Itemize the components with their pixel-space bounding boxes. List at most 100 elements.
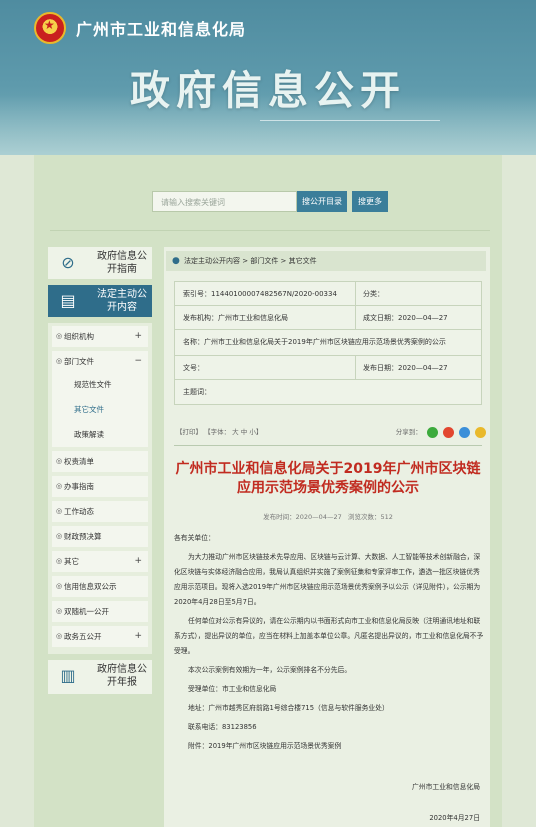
- salutation: 各有关单位：: [174, 534, 215, 542]
- header-banner: 广州市工业和信息化局 政府信息公开: [0, 0, 536, 155]
- meta-publisher-label: 发布机构：: [183, 314, 218, 322]
- sidebar-item-label: 财政预决算: [64, 532, 102, 541]
- meta-created: 成文日期：2020—04—27: [355, 306, 448, 330]
- breadcrumb-text[interactable]: 法定主动公开内容 > 部门文件 > 其它文件: [184, 257, 317, 265]
- bullet-icon: ◎: [56, 457, 63, 465]
- sidebar-subitem-other-docs[interactable]: 其它文件: [52, 397, 148, 422]
- sidebar-subitem-policy[interactable]: 政策解读: [52, 422, 148, 447]
- meta-index: 索引号：11440100007482567N/2020-00334: [175, 282, 337, 306]
- sidebar-item-responsibility[interactable]: ◎ 权责清单: [52, 451, 148, 472]
- sidebar-item-label: 部门文件: [64, 357, 94, 366]
- sidebar-item-label: 权责清单: [64, 457, 94, 466]
- search-input[interactable]: 请输入搜索关键词: [152, 191, 297, 212]
- bullet-icon: ◎: [56, 632, 63, 640]
- sidebar-item-random[interactable]: ◎ 双随机一公开: [52, 601, 148, 622]
- views-label: 浏览次数：: [347, 513, 381, 521]
- compass-icon: ⊘: [61, 253, 75, 272]
- bullet-icon: ◎: [56, 507, 63, 515]
- attachment-link[interactable]: 附件：2019年广州市区块链应用示范场景优秀案例: [174, 739, 484, 754]
- banner-divider: [260, 120, 440, 121]
- content-panel: ● 法定主动公开内容 > 部门文件 > 其它文件 索引号：11440100007…: [164, 247, 490, 827]
- paragraph: 为大力推动广州市区块链技术先导应用、区块链与云计算、大数据、人工智能等技术创新融…: [174, 553, 481, 606]
- sidebar-item-label: 双随机一公开: [64, 607, 109, 616]
- expand-icon[interactable]: +: [134, 551, 142, 572]
- sidebar-item-other[interactable]: ◎ 其它 +: [52, 551, 148, 572]
- report-icon: ▥: [60, 666, 76, 685]
- sidebar-item-label: 信用信息双公示: [64, 582, 117, 591]
- article-title: 广州市工业和信息化局关于2019年广州市区块链应用示范场景优秀案例的公示: [175, 461, 481, 496]
- meta-row: 名称：广州市工业和信息化局关于2019年广州市区块链应用示范场景优秀案例的公示: [175, 330, 481, 356]
- meta-created-label: 成文日期：: [363, 314, 398, 322]
- national-emblem-icon: [34, 12, 66, 44]
- weibo-icon[interactable]: [442, 426, 454, 438]
- qzone-icon[interactable]: [458, 426, 470, 438]
- sidebar-item-label: 组织机构: [64, 332, 94, 341]
- font-size-small[interactable]: 小】: [249, 428, 262, 436]
- search-more-button[interactable]: 搜更多: [352, 191, 388, 212]
- meta-pubdate: 发布日期：2020—04—27: [355, 356, 448, 380]
- article-body: 各有关单位： 为大力推动广州市区块链技术先导应用、区块链与云计算、大数据、人工智…: [174, 531, 484, 827]
- font-size-large[interactable]: 大: [232, 428, 239, 436]
- sidebar-item-five-open[interactable]: ◎ 政务五公开 +: [52, 626, 148, 647]
- article-meta: 发布时间：2020—04—27 浏览次数：512: [174, 511, 482, 521]
- paragraph: 本次公示案例有效期为一年，公示案例排名不分先后。: [188, 666, 352, 674]
- meta-pubdate-label: 发布日期：: [363, 364, 398, 372]
- meta-row: 索引号：11440100007482567N/2020-00334 分类：: [175, 282, 481, 306]
- sidebar-annual-report-card[interactable]: ▥ 政府信息公开年报: [48, 660, 152, 694]
- font-size-label: 【字体：: [204, 428, 231, 436]
- bullet-icon: ◎: [56, 332, 63, 340]
- bullet-icon: ◎: [56, 532, 63, 540]
- meta-index-label: 索引号：: [183, 290, 211, 298]
- meta-row: 发布机构：广州市工业和信息化局 成文日期：2020—04—27: [175, 306, 481, 330]
- bullet-icon: ◎: [56, 582, 63, 590]
- sidebar-item-budget[interactable]: ◎ 财政预决算: [52, 526, 148, 547]
- location-pin-icon: ●: [172, 256, 180, 266]
- signature-date: 2020年4月27日: [429, 814, 480, 822]
- expand-icon[interactable]: +: [134, 626, 142, 647]
- sidebar: ⊘ 政府信息公开指南 ▤ 法定主动公开内容 ◎ 组织机构 + ◎ 部门文件 − …: [48, 247, 152, 700]
- signature: 广州市工业和信息化局: [412, 783, 480, 791]
- bullet-icon: ◎: [56, 482, 63, 490]
- sidebar-item-dept-docs[interactable]: ◎ 部门文件 −: [52, 351, 148, 372]
- font-size-medium[interactable]: 中: [241, 428, 248, 436]
- sidebar-statutory-card[interactable]: ▤ 法定主动公开内容: [48, 285, 152, 317]
- sidebar-guide-card[interactable]: ⊘ 政府信息公开指南: [48, 247, 152, 279]
- sidebar-item-label: 工作动态: [64, 507, 94, 516]
- banner-title: 政府信息公开: [130, 68, 406, 114]
- sidebar-item-org[interactable]: ◎ 组织机构 +: [52, 326, 148, 347]
- views-count: 512: [380, 513, 393, 521]
- meta-row: 主题词：: [175, 380, 481, 404]
- meta-created-value: 2020—04—27: [398, 314, 448, 322]
- sidebar-subitem-normative[interactable]: 规范性文件: [52, 372, 148, 397]
- collapse-icon[interactable]: −: [134, 351, 142, 372]
- sidebar-item-credit[interactable]: ◎ 信用信息双公示: [52, 576, 148, 597]
- search-divider: [50, 230, 490, 231]
- search-directory-button[interactable]: 搜公开目录: [297, 191, 347, 212]
- receiver: 受理单位：市工业和信息化局: [188, 685, 277, 693]
- wechat-icon[interactable]: [426, 426, 438, 438]
- document-icon: ▤: [60, 291, 76, 310]
- publish-time-label: 发布时间：: [263, 513, 296, 521]
- expand-icon[interactable]: +: [134, 326, 142, 347]
- meta-category: 分类：: [355, 282, 384, 306]
- meta-row: 文号： 发布日期：2020—04—27: [175, 356, 481, 380]
- print-link[interactable]: 【打印】: [176, 428, 202, 436]
- meta-index-value: 11440100007482567N/2020-00334: [211, 290, 337, 298]
- metadata-table: 索引号：11440100007482567N/2020-00334 分类： 发布…: [174, 281, 482, 405]
- meta-name-label: 名称：: [183, 338, 204, 346]
- share-label: 分享到：: [395, 428, 422, 436]
- sidebar-item-news[interactable]: ◎ 工作动态: [52, 501, 148, 522]
- address: 地址：广州市越秀区府前路1号综合楼715（信息与软件服务业处）: [188, 704, 389, 712]
- sidebar-group-dept-docs: ◎ 部门文件 − 规范性文件 其它文件 政策解读: [52, 351, 148, 447]
- favorite-icon[interactable]: [475, 426, 486, 438]
- sidebar-item-label: 其它: [64, 557, 79, 566]
- phone: 联系电话：83123856: [188, 723, 257, 731]
- meta-name: 名称：广州市工业和信息化局关于2019年广州市区块链应用示范场景优秀案例的公示: [175, 330, 446, 354]
- meta-docno: 文号：: [175, 356, 204, 380]
- sidebar-item-guide[interactable]: ◎ 办事指南: [52, 476, 148, 497]
- bullet-icon: ◎: [56, 357, 63, 365]
- meta-name-value: 广州市工业和信息化局关于2019年广州市区块链应用示范场景优秀案例的公示: [204, 338, 446, 346]
- meta-subject: 主题词：: [175, 380, 211, 404]
- sidebar-item-label: 办事指南: [64, 482, 94, 491]
